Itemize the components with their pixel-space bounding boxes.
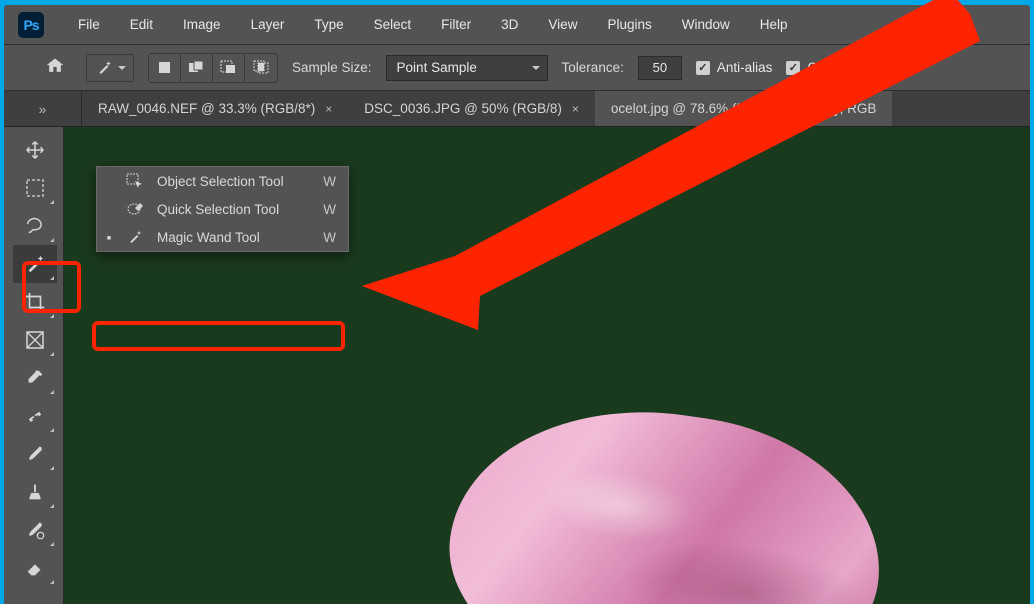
menu-select[interactable]: Select	[364, 12, 422, 37]
menu-help[interactable]: Help	[750, 12, 798, 37]
document-tabs: » RAW_0046.NEF @ 33.3% (RGB/8*) × DSC_00…	[4, 91, 1030, 127]
flyout-item-object-selection[interactable]: Object Selection Tool W	[97, 167, 348, 195]
options-bar: Sample Size: Point Sample Tolerance: ✓ A…	[4, 45, 1030, 91]
healing-brush-tool[interactable]	[13, 397, 57, 435]
tool-flyout: Object Selection Tool W Quick Selection …	[96, 166, 349, 252]
tab-label: ocelot.jpg @ 78.6% (Background copy, RGB	[611, 101, 877, 116]
eyedropper-tool[interactable]	[13, 359, 57, 397]
history-brush-tool[interactable]	[13, 511, 57, 549]
menu-plugins[interactable]: Plugins	[597, 12, 661, 37]
antialias-checkbox[interactable]: ✓ Anti-alias	[696, 60, 773, 75]
image-subject	[433, 385, 898, 604]
contiguous-label: Contiguous	[807, 60, 875, 75]
sample-size-dropdown[interactable]: Point Sample	[386, 55, 548, 81]
flyout-label: Object Selection Tool	[157, 174, 311, 189]
move-tool[interactable]	[13, 131, 57, 169]
tolerance-input[interactable]	[638, 56, 682, 80]
magic-wand-icon	[125, 229, 145, 245]
frame-tool[interactable]	[13, 321, 57, 359]
menu-image[interactable]: Image	[173, 12, 231, 37]
menu-3d[interactable]: 3D	[491, 12, 528, 37]
flyout-shortcut: W	[323, 174, 340, 189]
brush-tool[interactable]	[13, 435, 57, 473]
document-tab[interactable]: DSC_0036.JPG @ 50% (RGB/8) ×	[348, 91, 595, 126]
menu-type[interactable]: Type	[304, 12, 353, 37]
marquee-tool[interactable]	[13, 169, 57, 207]
add-selection-button[interactable]	[181, 54, 213, 82]
quick-selection-icon	[125, 201, 145, 217]
home-button[interactable]	[38, 52, 72, 83]
flyout-label: Magic Wand Tool	[157, 230, 311, 245]
contiguous-checkbox[interactable]: ✓ Contiguous	[786, 60, 875, 75]
tool-preset-dropdown[interactable]	[86, 54, 134, 82]
lasso-tool[interactable]	[13, 207, 57, 245]
annotation-highlight	[22, 261, 81, 313]
chevron-down-icon	[117, 63, 127, 73]
document-tab[interactable]: ocelot.jpg @ 78.6% (Background copy, RGB	[595, 91, 893, 126]
flyout-shortcut: W	[323, 202, 340, 217]
tab-label: DSC_0036.JPG @ 50% (RGB/8)	[364, 101, 562, 116]
flyout-shortcut: W	[323, 230, 340, 245]
tolerance-label: Tolerance:	[562, 60, 624, 75]
document-tab[interactable]: RAW_0046.NEF @ 33.3% (RGB/8*) ×	[82, 91, 348, 126]
app-logo[interactable]: Ps	[18, 12, 44, 38]
annotation-highlight	[92, 321, 345, 351]
menu-window[interactable]: Window	[672, 12, 740, 37]
menus: File Edit Image Layer Type Select Filter…	[68, 12, 798, 37]
checkmark-icon: ✓	[696, 61, 710, 75]
sample-size-value: Point Sample	[397, 60, 477, 75]
close-icon[interactable]: ×	[572, 102, 579, 116]
intersect-selection-button[interactable]	[245, 54, 277, 82]
menubar: Ps File Edit Image Layer Type Select Fil…	[4, 5, 1030, 45]
menu-layer[interactable]: Layer	[241, 12, 295, 37]
checkmark-icon: ✓	[786, 61, 800, 75]
toolbar-expand-toggle[interactable]: »	[4, 91, 82, 126]
close-icon[interactable]: ×	[325, 102, 332, 116]
subtract-selection-button[interactable]	[213, 54, 245, 82]
tools-panel	[4, 127, 64, 604]
menu-filter[interactable]: Filter	[431, 12, 481, 37]
menu-view[interactable]: View	[538, 12, 587, 37]
menu-edit[interactable]: Edit	[120, 12, 163, 37]
new-selection-button[interactable]	[149, 54, 181, 82]
magic-wand-icon	[93, 59, 115, 77]
flyout-item-quick-selection[interactable]: Quick Selection Tool W	[97, 195, 348, 223]
selection-mode-group	[148, 53, 278, 83]
sample-size-label: Sample Size:	[292, 60, 372, 75]
clone-stamp-tool[interactable]	[13, 473, 57, 511]
app-window: Ps File Edit Image Layer Type Select Fil…	[4, 5, 1030, 604]
antialias-label: Anti-alias	[717, 60, 773, 75]
tab-label: RAW_0046.NEF @ 33.3% (RGB/8*)	[98, 101, 315, 116]
menu-file[interactable]: File	[68, 12, 110, 37]
flyout-label: Quick Selection Tool	[157, 202, 311, 217]
object-selection-icon	[125, 173, 145, 189]
flyout-item-magic-wand[interactable]: ▪ Magic Wand Tool W	[97, 223, 348, 251]
eraser-tool[interactable]	[13, 549, 57, 587]
selected-marker: ▪	[105, 230, 113, 245]
chevron-down-icon	[531, 63, 541, 73]
